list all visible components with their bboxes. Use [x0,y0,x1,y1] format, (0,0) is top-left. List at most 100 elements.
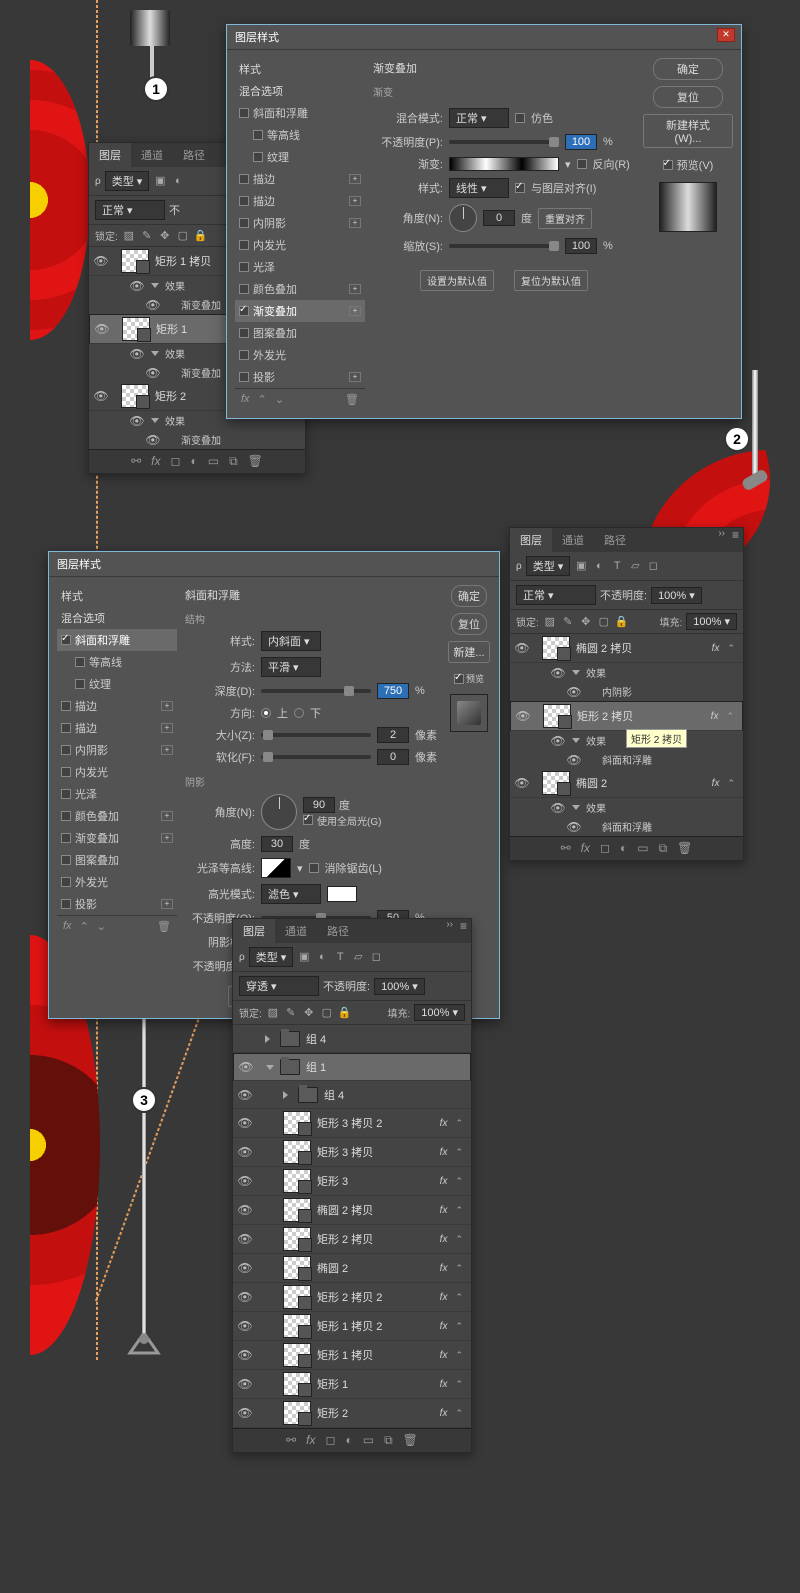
new-style-button[interactable]: 新建... [448,641,489,663]
layer-name[interactable]: 矩形 2 [317,1405,434,1421]
visibility-icon[interactable]: 👁 [94,322,110,336]
layer-effect-item[interactable]: 👁斜面和浮雕 [510,817,743,836]
layer-name[interactable]: 椭圆 2 [576,775,706,791]
disclosure-icon[interactable] [283,1091,292,1099]
close-icon[interactable]: ✕ [717,28,735,42]
blend-options[interactable]: 混合选项 [57,607,177,629]
styles-header[interactable]: 样式 [57,585,177,607]
chevron-icon[interactable]: ⌃ [455,1408,463,1419]
style-item[interactable]: 图案叠加 [57,849,177,871]
visibility-icon[interactable]: 👁 [237,1319,253,1333]
lock-paint-icon[interactable]: ✎ [140,229,154,243]
visibility-icon[interactable]: 👁 [145,433,161,447]
trash-icon[interactable]: 🗑 [248,454,263,469]
new-layer-icon[interactable]: ⧉ [384,1433,393,1448]
lock-all-icon[interactable]: 🔒 [615,615,629,629]
disclosure-icon[interactable] [265,1035,274,1043]
layer-thumbnail[interactable] [283,1372,311,1396]
chevron-up-icon[interactable]: ⌃ [258,393,267,406]
layer-name[interactable]: 矩形 2 拷贝 [577,708,705,724]
filter-adj-icon[interactable]: ◐ [171,174,185,188]
reset-align-button[interactable]: 重置对齐 [538,208,592,229]
size-field[interactable]: 2 [377,727,409,743]
fx-icon[interactable]: fx [306,1433,315,1448]
fx-indicator[interactable]: fx [440,1292,448,1303]
chevron-icon[interactable]: ⌃ [455,1147,463,1158]
blend-mode[interactable]: 穿透 ▾ [239,976,319,996]
opacity-field[interactable]: 100% ▾ [374,978,425,995]
add-icon[interactable]: + [161,811,173,821]
lock-trans-icon[interactable]: ▨ [122,229,136,243]
chevron-icon[interactable]: ⌃ [455,1234,463,1245]
lock-paint-icon[interactable]: ✎ [284,1006,298,1020]
visibility-icon[interactable]: 👁 [515,709,531,723]
style-check[interactable] [239,108,249,118]
fx-indicator[interactable]: fx [440,1379,448,1390]
visibility-icon[interactable]: 👁 [237,1261,253,1275]
style-check[interactable] [253,130,263,140]
fx-menu-icon[interactable]: fx [63,920,72,933]
layer-effects-label[interactable]: 👁效果 [510,663,743,682]
style-select[interactable]: 线性 ▾ [449,178,509,198]
layer-effect-item[interactable]: 👁内阴影 [510,682,743,701]
new-style-button[interactable]: 新建样式(W)... [643,114,733,148]
fx-indicator[interactable]: fx [440,1350,448,1361]
layer-item[interactable]: 👁矩形 2 拷贝fx⌃ [233,1225,471,1254]
style-item[interactable]: 描边+ [57,717,177,739]
style-item[interactable]: 内发光 [57,761,177,783]
layer-item[interactable]: 👁矩形 1 拷贝fx⌃ [233,1341,471,1370]
chevron-icon[interactable]: ⌃ [455,1292,463,1303]
panel-menu-icon[interactable]: ≡ [732,528,739,542]
style-check[interactable] [61,767,71,777]
visibility-icon[interactable]: 👁 [238,1060,254,1074]
opacity-field[interactable]: 100 [565,134,597,150]
layer-name[interactable]: 组 1 [306,1059,466,1075]
style-check[interactable] [61,811,71,821]
fx-icon[interactable]: fx [151,454,160,469]
chevron-icon[interactable]: ⌃ [455,1379,463,1390]
style-check[interactable] [239,174,249,184]
style-check[interactable] [239,350,249,360]
highlight-color[interactable] [327,886,357,902]
layer-item[interactable]: 👁矩形 2 拷贝fx⌃ [510,701,743,731]
style-item[interactable]: 内发光 [235,234,365,256]
visibility-icon[interactable]: 👁 [237,1406,253,1420]
layer-name[interactable]: 矩形 3 [317,1173,434,1189]
visibility-icon[interactable]: 👁 [93,389,109,403]
angle-dial[interactable] [449,204,477,232]
tab-paths[interactable]: 路径 [317,919,359,943]
style-item[interactable]: 渐变叠加+ [57,827,177,849]
fx-indicator[interactable]: fx [440,1147,448,1158]
dither-check[interactable] [515,113,525,123]
chevron-icon[interactable]: ⌃ [455,1321,463,1332]
reverse-check[interactable] [577,159,587,169]
style-check[interactable] [61,723,71,733]
new-layer-icon[interactable]: ⧉ [229,454,238,469]
layer-name[interactable]: 组 4 [306,1031,467,1047]
trash-icon[interactable]: 🗑 [157,920,171,933]
tab-paths[interactable]: 路径 [594,528,636,552]
cancel-button[interactable]: 复位 [451,613,487,635]
layer-name[interactable]: 组 4 [324,1087,467,1103]
gloss-contour[interactable] [261,858,291,878]
add-icon[interactable]: + [161,701,173,711]
panel-menu-icon[interactable]: ≡ [460,919,467,933]
filter-adj-icon[interactable]: ◐ [315,950,329,964]
layer-name[interactable]: 矩形 1 拷贝 2 [317,1318,434,1334]
style-check[interactable] [61,635,71,645]
antialias-check[interactable] [309,863,319,873]
chevron-icon[interactable]: ⌃ [455,1205,463,1216]
style-item[interactable]: 光泽 [235,256,365,278]
fx-indicator[interactable]: fx [440,1205,448,1216]
ok-button[interactable]: 确定 [451,585,487,607]
visibility-icon[interactable]: 👁 [514,776,530,790]
visibility-icon[interactable]: 👁 [145,366,161,380]
lock-paint-icon[interactable]: ✎ [561,615,575,629]
link-icon[interactable]: ⚯ [286,1433,296,1448]
lock-pos-icon[interactable]: ✥ [158,229,172,243]
chevron-down-icon[interactable]: ⌄ [97,920,106,933]
fx-indicator[interactable]: fx [712,778,720,789]
technique-select[interactable]: 平滑 ▾ [261,657,321,677]
add-icon[interactable]: + [349,218,361,228]
style-check[interactable] [239,284,249,294]
